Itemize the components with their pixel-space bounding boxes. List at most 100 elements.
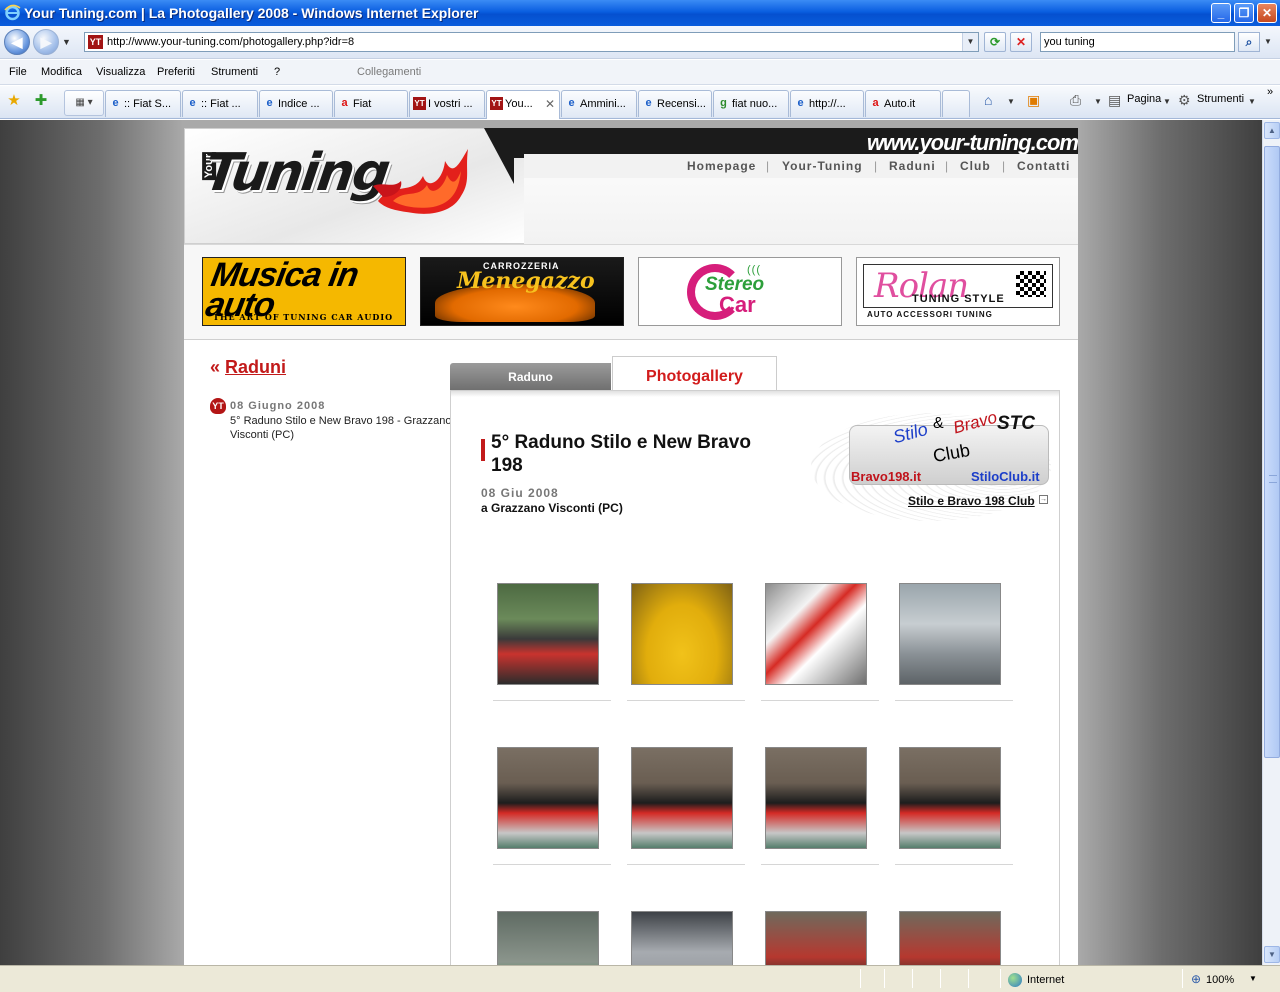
browser-tab[interactable]: e:: Fiat ... bbox=[182, 90, 258, 117]
address-url[interactable]: http://www.your-tuning.com/photogallery.… bbox=[107, 36, 354, 48]
club-logo-bravo198: Bravo198.it bbox=[851, 469, 922, 484]
photo-thumbnail[interactable] bbox=[899, 583, 1001, 685]
browser-tab[interactable]: e:: Fiat S... bbox=[105, 90, 181, 117]
quick-tabs-button[interactable]: ▦ ▾ bbox=[64, 90, 104, 116]
browser-tab[interactable]: e Indice ... bbox=[259, 90, 333, 117]
photo-thumbnail[interactable] bbox=[631, 583, 733, 685]
page-menu-button[interactable]: Pagina bbox=[1127, 93, 1161, 105]
close-tab-icon[interactable]: ✕ bbox=[545, 97, 555, 111]
tools-dropdown-icon: ▼ bbox=[1248, 97, 1256, 106]
photo-thumbnail[interactable] bbox=[899, 911, 1001, 965]
browser-tab[interactable]: e http://... bbox=[790, 90, 864, 117]
address-dropdown-icon[interactable]: ▼ bbox=[962, 33, 978, 51]
menu-file[interactable]: File bbox=[9, 66, 27, 78]
scroll-up-icon[interactable]: ▲ bbox=[1264, 122, 1280, 139]
photo-thumbnail[interactable] bbox=[631, 747, 733, 849]
menu-help[interactable]: ? bbox=[274, 66, 280, 78]
menu-strumenti[interactable]: Strumenti bbox=[211, 66, 258, 78]
home-dropdown-icon[interactable]: ▼ bbox=[1007, 97, 1015, 106]
photo-thumbnail-cell bbox=[493, 747, 611, 865]
zoom-level[interactable]: 100% bbox=[1206, 974, 1234, 986]
banner-rolan-tuning[interactable]: Rolan TUNING STYLE AUTO ACCESSORI TUNING bbox=[856, 257, 1060, 326]
photo-thumbnail[interactable] bbox=[497, 583, 599, 685]
scroll-down-icon[interactable]: ▼ bbox=[1264, 946, 1280, 963]
minimize-button[interactable]: _ bbox=[1211, 3, 1231, 23]
nav-contatti[interactable]: Contatti bbox=[1017, 159, 1070, 173]
banner-menegazzo-name: Menegazzo bbox=[457, 268, 595, 294]
tools-menu-button[interactable]: Strumenti bbox=[1197, 93, 1244, 105]
photo-thumbnail-cell bbox=[627, 747, 745, 865]
status-bar: Internet ⊕ 100% ▼ bbox=[0, 965, 1280, 992]
back-to-raduni-link[interactable]: « Raduni bbox=[210, 357, 286, 378]
menu-modifica[interactable]: Modifica bbox=[41, 66, 82, 78]
menu-preferiti[interactable]: Preferiti bbox=[157, 66, 195, 78]
security-zone[interactable]: Internet bbox=[1027, 974, 1064, 986]
external-link-icon[interactable]: → bbox=[1039, 495, 1048, 504]
page-dropdown-icon: ▼ bbox=[1163, 97, 1171, 106]
search-icon[interactable]: ⌕ bbox=[1238, 32, 1260, 52]
refresh-button[interactable]: ⟳ bbox=[984, 32, 1006, 52]
tab-raduno[interactable]: Raduno bbox=[450, 363, 611, 391]
browser-tab[interactable]: g fiat nuo... bbox=[713, 90, 789, 117]
zoom-dropdown-icon[interactable]: ▼ bbox=[1249, 974, 1257, 983]
browser-tab[interactable]: e Recensi... bbox=[638, 90, 712, 117]
photo-thumbnail-cell bbox=[493, 583, 611, 701]
photo-thumbnail-cell bbox=[627, 911, 745, 965]
stop-button[interactable]: ✕ bbox=[1010, 32, 1032, 52]
nav-separator: | bbox=[945, 159, 949, 173]
search-input[interactable]: you tuning bbox=[1040, 32, 1235, 52]
zoom-icon[interactable]: ⊕ bbox=[1191, 972, 1201, 986]
photo-thumbnail-cell bbox=[761, 911, 879, 965]
sidebar-event-description[interactable]: 5° Raduno Stilo e New Bravo 198 - Grazza… bbox=[230, 414, 454, 442]
browser-tab[interactable]: YT I vostri ... bbox=[409, 90, 485, 117]
nav-raduni[interactable]: Raduni bbox=[889, 159, 936, 173]
photo-thumbnail[interactable] bbox=[765, 747, 867, 849]
nav-club[interactable]: Club bbox=[960, 159, 991, 173]
add-favorite-icon[interactable]: ✚ bbox=[32, 92, 50, 110]
browser-tab[interactable]: a Auto.it bbox=[865, 90, 941, 117]
restore-button[interactable]: ❐ bbox=[1234, 3, 1254, 23]
new-tab-button[interactable] bbox=[942, 90, 970, 117]
club-logo-stiloclub: StiloClub.it bbox=[971, 469, 1040, 484]
page-icon[interactable]: ▤ bbox=[1108, 92, 1121, 109]
menu-visualizza[interactable]: Visualizza bbox=[96, 66, 145, 78]
feeds-icon[interactable]: ▣ bbox=[1027, 92, 1040, 109]
gear-icon[interactable]: ⚙ bbox=[1178, 92, 1191, 109]
photo-image bbox=[632, 584, 732, 684]
photo-thumbnail-cell bbox=[895, 911, 1013, 965]
vertical-scrollbar[interactable]: ▲ ▼ bbox=[1262, 120, 1280, 965]
search-options-dropdown[interactable]: ▼ bbox=[1262, 32, 1274, 52]
photo-thumbnail[interactable] bbox=[497, 747, 599, 849]
browser-tab-active[interactable]: YT You... ✕ bbox=[486, 90, 560, 119]
address-field[interactable]: YT http://www.your-tuning.com/photogalle… bbox=[84, 32, 979, 52]
recent-pages-dropdown[interactable]: ▼ bbox=[62, 37, 71, 47]
photo-thumbnail[interactable] bbox=[765, 583, 867, 685]
banner-stereo-car[interactable]: ((( Stereo Car bbox=[638, 257, 842, 326]
nav-homepage[interactable]: Homepage bbox=[687, 159, 756, 173]
tab-photogallery[interactable]: Photogallery bbox=[612, 356, 777, 392]
toolbar-overflow-icon[interactable]: » bbox=[1267, 86, 1273, 98]
favorites-star-icon[interactable]: ★ bbox=[5, 92, 23, 110]
links-toolbar-label[interactable]: Collegamenti bbox=[357, 66, 421, 78]
close-window-button[interactable]: ✕ bbox=[1257, 3, 1277, 23]
banner-carrozzeria-menegazzo[interactable]: CARROZZERIA Menegazzo bbox=[420, 257, 624, 326]
banner-musica-in-auto[interactable]: Musica in auto THE ART OF TUNING CAR AUD… bbox=[202, 257, 406, 326]
back-button[interactable]: ◀ bbox=[4, 29, 30, 55]
print-icon[interactable]: ⎙ bbox=[1070, 92, 1081, 109]
scroll-thumb[interactable] bbox=[1264, 146, 1280, 758]
site-logo[interactable]: Your Tuning bbox=[184, 128, 524, 244]
nav-your-tuning[interactable]: Your-Tuning bbox=[782, 159, 863, 173]
club-link[interactable]: Stilo e Bravo 198 Club bbox=[908, 494, 1035, 508]
browser-tab[interactable]: e Ammini... bbox=[561, 90, 637, 117]
forward-button[interactable]: ▶ bbox=[33, 29, 59, 55]
photo-thumbnail[interactable] bbox=[631, 911, 733, 965]
photo-thumbnail[interactable] bbox=[899, 747, 1001, 849]
photo-thumbnail[interactable] bbox=[497, 911, 599, 965]
browser-tab[interactable]: a Fiat bbox=[334, 90, 408, 117]
print-dropdown-icon[interactable]: ▼ bbox=[1094, 97, 1102, 106]
home-icon[interactable]: ⌂ bbox=[984, 92, 992, 108]
photo-thumbnail[interactable] bbox=[765, 911, 867, 965]
photo-image bbox=[498, 584, 598, 684]
event-date: 08 Giu 2008 bbox=[481, 486, 559, 500]
back-arrow: « bbox=[210, 357, 221, 377]
